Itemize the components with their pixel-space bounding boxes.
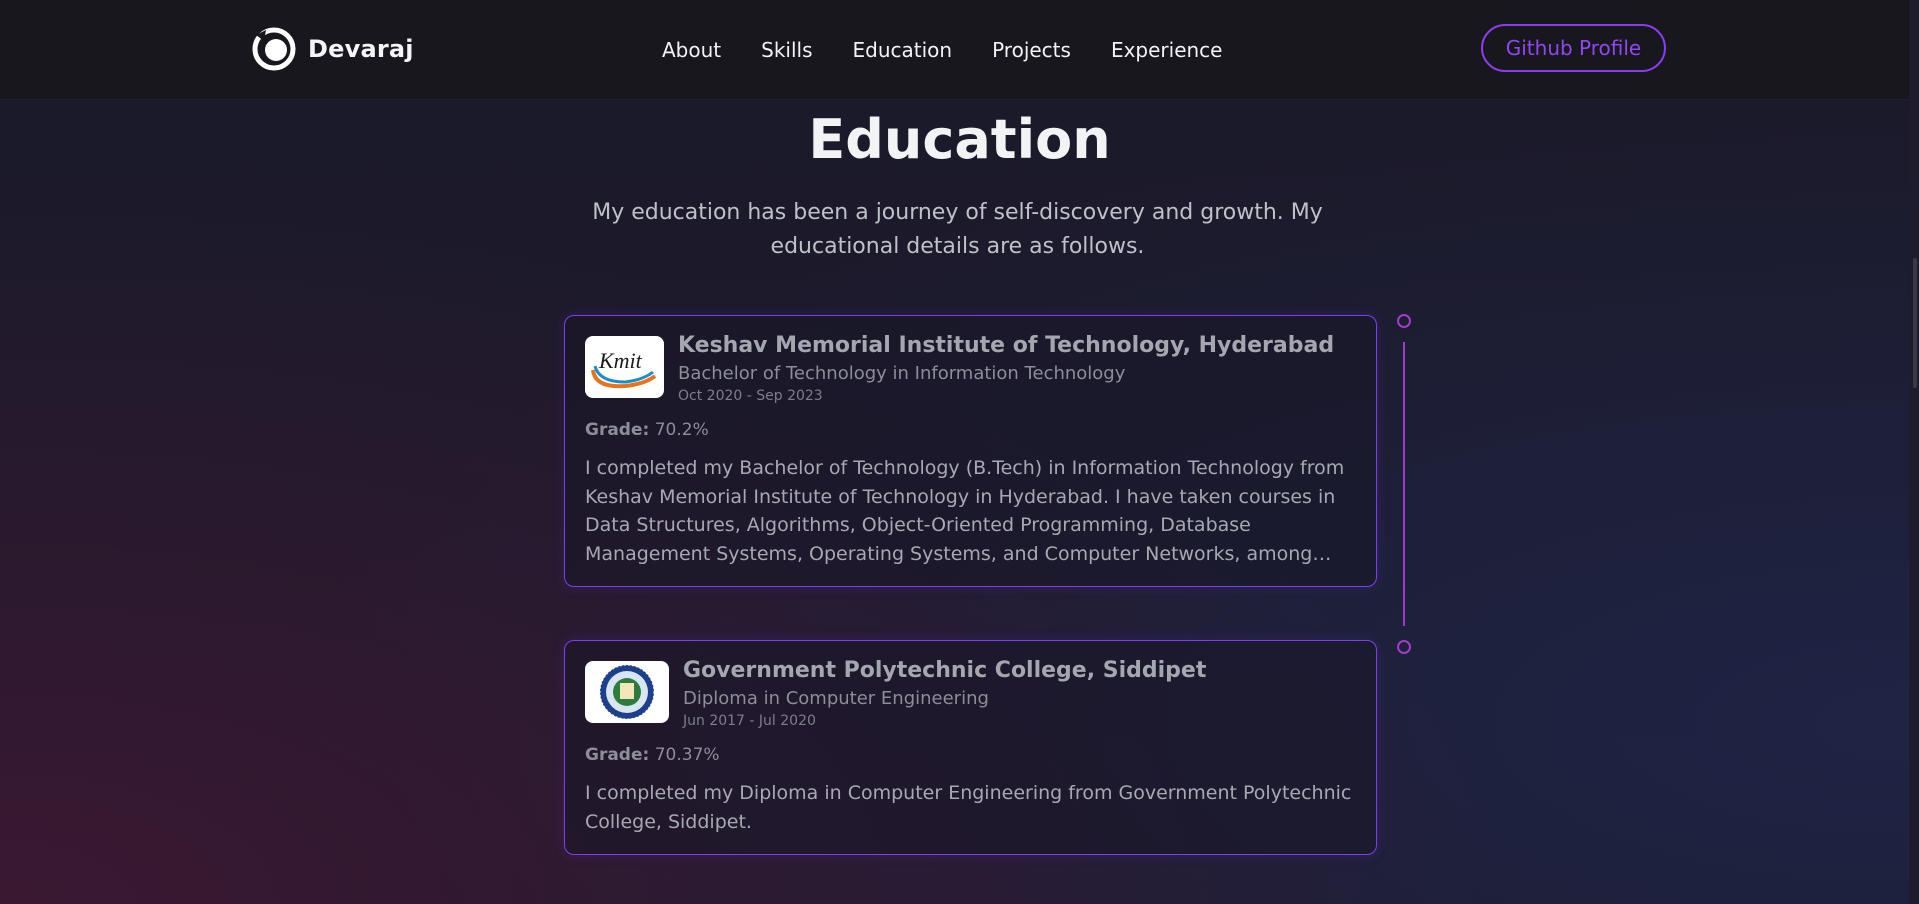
grade-label: Grade: (585, 420, 650, 440)
school-name: Keshav Memorial Institute of Technology,… (678, 333, 1335, 358)
nav-link-skills[interactable]: Skills (761, 38, 812, 62)
timeline-dot (1397, 314, 1411, 328)
dates: Oct 2020 - Sep 2023 (678, 388, 823, 404)
card-header: Kmit Keshav Memorial Institute of Techno… (585, 333, 1356, 406)
card-info: Government Polytechnic College, Siddipet… (683, 658, 1206, 731)
github-profile-button[interactable]: Github Profile (1481, 24, 1666, 72)
school-name: Government Polytechnic College, Siddipet (683, 658, 1207, 683)
nav-link-projects[interactable]: Projects (992, 38, 1071, 62)
section-subtitle: My education has been a journey of self-… (592, 200, 1323, 259)
timeline-connector (1403, 342, 1405, 626)
kmit-logo: Kmit (585, 336, 664, 398)
gpc-seal-icon (599, 664, 655, 720)
card-header: Government Polytechnic College, Siddipet… (585, 658, 1356, 731)
grade: Grade: 70.37% (585, 745, 1356, 765)
description: I completed my Bachelor of Technology (B… (585, 457, 1345, 565)
education-card-kmit[interactable]: Kmit Keshav Memorial Institute of Techno… (564, 315, 1377, 587)
kmit-logo-text: Kmit (598, 348, 643, 373)
page-scrollbar[interactable] (1909, 0, 1919, 904)
grade-value: 70.2% (654, 420, 709, 440)
degree: Bachelor of Technology in Information Te… (678, 363, 1126, 384)
degree: Diploma in Computer Engineering (683, 688, 989, 709)
education-card-gpc[interactable]: Government Polytechnic College, Siddipet… (564, 640, 1377, 855)
grade-label: Grade: (585, 745, 650, 765)
timeline-dot (1397, 640, 1411, 654)
nav-link-education[interactable]: Education (853, 38, 953, 62)
brand-name: Devaraj (308, 35, 414, 63)
nav-links: About Skills Education Projects Experien… (662, 0, 1223, 99)
card-info: Keshav Memorial Institute of Technology,… (678, 333, 1334, 406)
nav-link-about[interactable]: About (662, 38, 721, 62)
scrollbar-thumb[interactable] (1913, 258, 1917, 388)
top-navbar: Devaraj About Skills Education Projects … (0, 0, 1919, 99)
gpc-logo (585, 661, 669, 723)
kmit-logo-icon: Kmit (591, 348, 657, 389)
grade-value: 70.37% (654, 745, 720, 765)
dates: Jun 2017 - Jul 2020 (683, 713, 816, 729)
description: I completed my Diploma in Computer Engin… (585, 782, 1352, 833)
section-title: Education (808, 108, 1111, 171)
brand-logo[interactable]: Devaraj (252, 27, 414, 71)
grade: Grade: 70.2% (585, 420, 1356, 440)
circle-logo-icon (252, 27, 296, 71)
nav-link-experience[interactable]: Experience (1111, 38, 1223, 62)
